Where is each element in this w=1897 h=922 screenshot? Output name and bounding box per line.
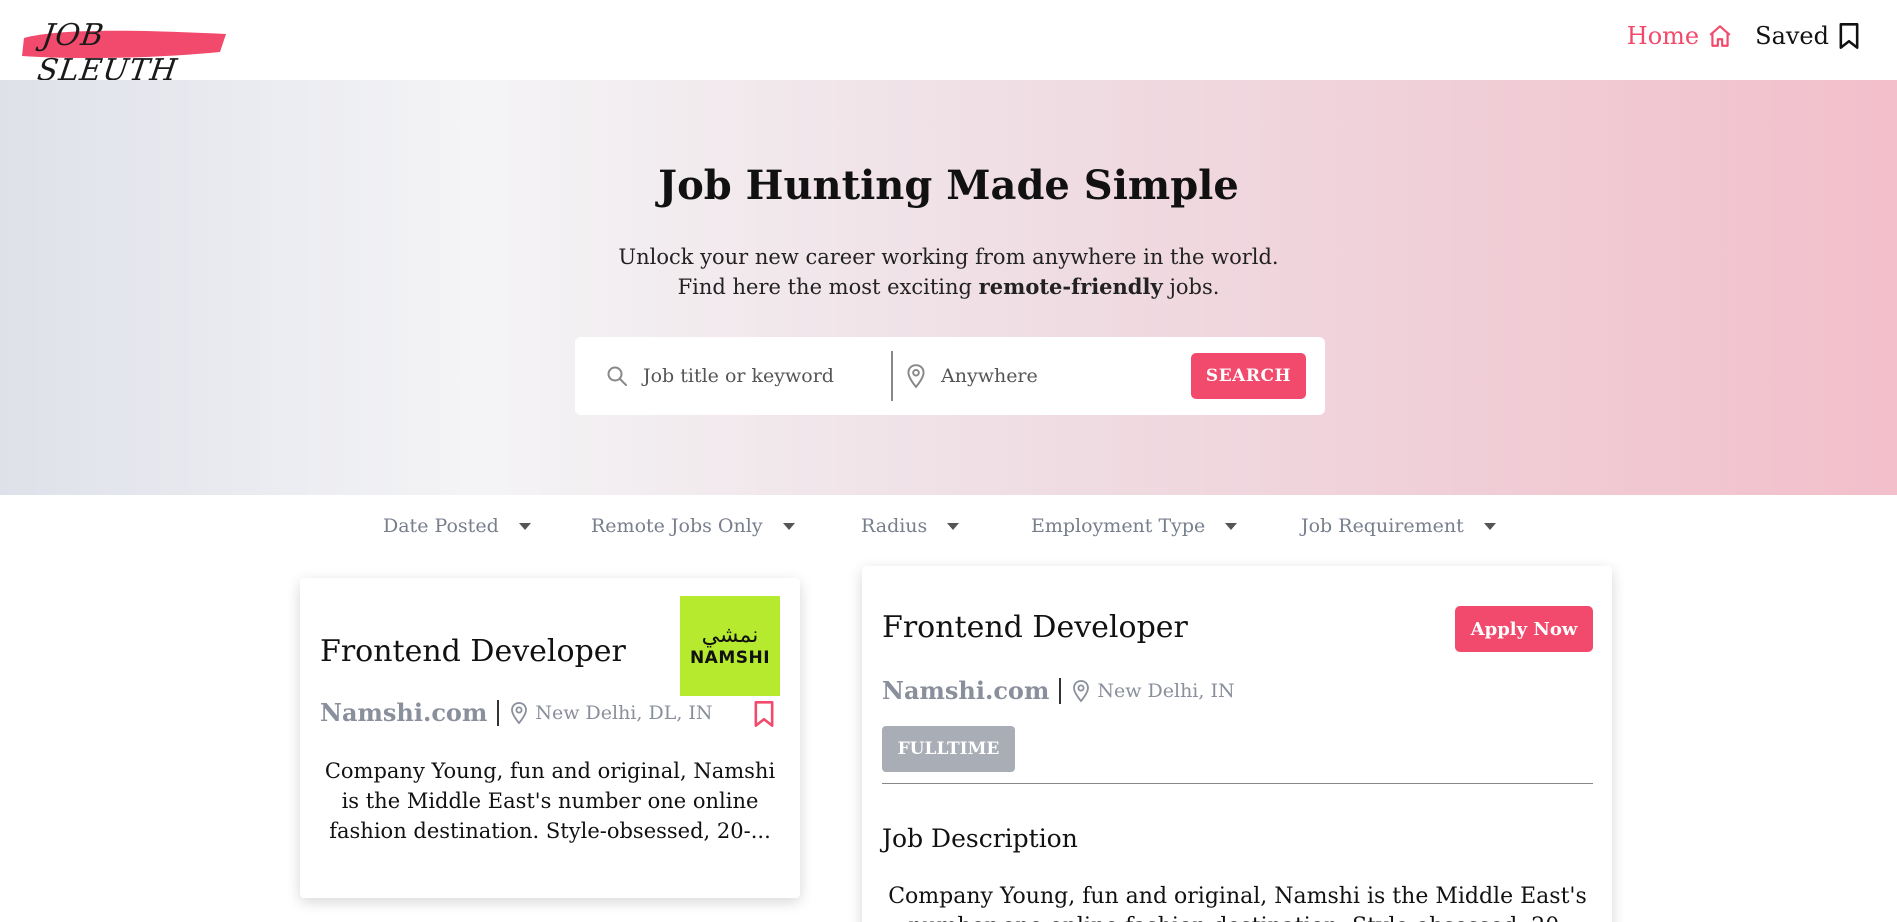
job-detail-title: Frontend Developer [882, 610, 1188, 645]
hero-subtitle-line1: Unlock your new career working from anyw… [618, 245, 1279, 269]
job-detail-meta: Namshi.com New Delhi, IN [882, 676, 1235, 705]
job-card-description: Company Young, fun and original, Namshi … [324, 759, 776, 843]
location-search-input[interactable]: Anywhere [941, 365, 1038, 387]
location-pin-icon [907, 364, 925, 389]
section-divider [882, 783, 1593, 784]
bookmark-icon [1839, 23, 1859, 49]
job-description-heading: Job Description [882, 824, 1078, 853]
bookmark-icon[interactable] [752, 700, 776, 728]
job-location: New Delhi, DL, IN [535, 701, 713, 724]
filter-remote-jobs-only[interactable]: Remote Jobs Only [591, 515, 861, 537]
company-logo: نمشي NAMSHI [680, 596, 780, 696]
filter-label: Remote Jobs Only [591, 515, 763, 537]
location-pin-icon [511, 701, 528, 724]
meta-divider [1059, 677, 1062, 704]
chevron-down-icon [947, 522, 960, 530]
job-detail-panel: Frontend Developer Apply Now Namshi.com … [862, 566, 1612, 922]
nav-saved-link[interactable]: Saved [1755, 22, 1861, 50]
subtitle-text-end: jobs. [1162, 275, 1220, 299]
hero-section: Job Hunting Made Simple Unlock your new … [0, 80, 1897, 495]
top-header: JOB SLEUTH Home Saved [0, 0, 1897, 88]
chevron-down-icon [518, 522, 531, 530]
job-card-meta: Namshi.com New Delhi, DL, IN [320, 698, 713, 727]
main-nav: Home Saved [1627, 22, 1861, 50]
hero-subtitle-line2: Find here the most exciting remote-frien… [0, 272, 1897, 302]
hero-subtitle: Unlock your new career working from anyw… [0, 242, 1897, 302]
keyword-search-field[interactable]: Job title or keyword [605, 337, 875, 415]
hero-title: Job Hunting Made Simple [658, 162, 1239, 209]
chevron-down-icon [1225, 522, 1238, 530]
filter-employment-type[interactable]: Employment Type [1031, 515, 1301, 537]
company-logo-text-ar: نمشي [701, 623, 759, 648]
employment-type-badge: FULLTIME [882, 726, 1015, 772]
filter-date-posted[interactable]: Date Posted [383, 515, 591, 537]
chevron-down-icon [1483, 522, 1496, 530]
meta-divider [497, 699, 500, 726]
keyword-search-input[interactable]: Job title or keyword [643, 365, 834, 387]
filter-label: Date Posted [383, 515, 499, 537]
subtitle-highlight: remote-friendly [978, 274, 1163, 299]
subtitle-text: Find here the most exciting [677, 275, 979, 299]
search-icon [607, 366, 627, 386]
filter-label: Employment Type [1031, 515, 1206, 537]
filter-label: Radius [861, 515, 928, 537]
location-search-field[interactable]: Anywhere [905, 337, 1155, 415]
location-pin-icon [1073, 679, 1090, 702]
job-card-title: Frontend Developer [320, 634, 626, 669]
job-card[interactable]: Frontend Developer نمشي NAMSHI Namshi.co… [300, 578, 800, 898]
nav-home-link[interactable]: Home [1627, 22, 1733, 50]
logo-text: JOB SLEUTH [35, 18, 180, 88]
nav-saved-label: Saved [1755, 22, 1829, 50]
home-icon [1709, 25, 1731, 47]
filter-label: Job Requirement [1301, 515, 1464, 537]
job-detail-description: Company Young, fun and original, Namshi … [888, 884, 1587, 922]
search-button[interactable]: SEARCH [1191, 353, 1306, 399]
filter-radius[interactable]: Radius [861, 515, 1031, 537]
company-logo-text: NAMSHI [689, 648, 771, 668]
chevron-down-icon [782, 522, 795, 530]
search-bar: Job title or keyword Anywhere SEARCH [575, 337, 1325, 415]
filter-job-requirement[interactable]: Job Requirement [1301, 515, 1541, 537]
nav-home-label: Home [1626, 22, 1700, 50]
app-logo[interactable]: JOB SLEUTH [20, 12, 230, 88]
company-name: Namshi.com [320, 698, 488, 727]
job-location: New Delhi, IN [1097, 679, 1235, 702]
search-divider [891, 351, 893, 401]
filter-bar: Date Posted Remote Jobs Only Radius Empl… [383, 515, 1541, 537]
apply-now-button[interactable]: Apply Now [1455, 606, 1593, 652]
company-name: Namshi.com [882, 676, 1050, 705]
